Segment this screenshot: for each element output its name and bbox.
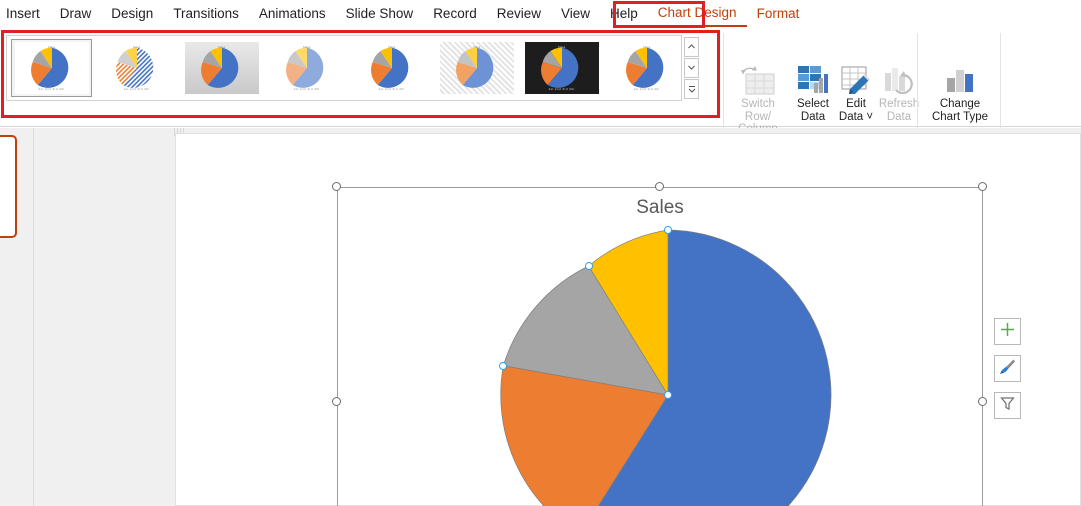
thumb-legend: 1st 2nd 3rd 4th [548, 87, 575, 91]
slide-canvas-pane[interactable]: Sales [35, 128, 1081, 506]
slide-thumbnail-selected[interactable] [0, 135, 17, 238]
tab-format[interactable]: Format [747, 0, 810, 27]
thumb-caption: Sales [472, 45, 481, 49]
group-separator [917, 33, 918, 129]
tab-animations[interactable]: Animations [249, 0, 336, 27]
chart-style-thumbnail-7[interactable]: Sales 1st 2nd 3rd 4th [521, 39, 602, 97]
chart-styles-button[interactable] [994, 355, 1021, 382]
data-point-handle-top[interactable] [664, 226, 672, 234]
tab-draw[interactable]: Draw [50, 0, 102, 27]
thumb-caption: Sales [557, 45, 566, 49]
change-chart-type-label: Change Chart Type [931, 98, 989, 123]
resize-handle-top-right[interactable] [978, 182, 987, 191]
tab-help[interactable]: Help [600, 0, 648, 27]
gallery-scroll-down-button[interactable] [684, 57, 699, 78]
thumb-legend: 1st 2nd 3rd 4th [378, 87, 405, 91]
slide-thumbnail-pane[interactable] [0, 128, 34, 506]
data-point-handle-yellow[interactable] [584, 262, 593, 270]
chart-title[interactable]: Sales [337, 197, 983, 219]
chart-style-thumbnail-1[interactable]: Sales 1st 2nd 3rd 4th [11, 39, 92, 97]
chart-floating-buttons [994, 318, 1022, 429]
thumb-caption: Sales [387, 45, 396, 49]
chart-object[interactable]: Sales [332, 182, 987, 506]
resize-handle-top-left[interactable] [332, 182, 341, 191]
pie-preview-icon [625, 47, 663, 88]
slide-canvas[interactable]: Sales [175, 133, 1081, 506]
resize-handle-middle-left[interactable] [332, 397, 341, 406]
thumb-caption: Sales [217, 45, 226, 49]
change-chart-type-button[interactable]: Change Chart Type [924, 57, 996, 123]
chart-style-thumbnail-2[interactable]: Sales 1st 2nd 3rd 4th [96, 39, 177, 97]
tab-view[interactable]: View [551, 0, 600, 27]
thumb-legend: 1st 2nd 3rd 4th [123, 87, 150, 91]
gallery-more-button[interactable] [684, 78, 699, 99]
pie-chart-svg [500, 229, 832, 506]
tab-transitions[interactable]: Transitions [163, 0, 249, 27]
refresh-data-icon [881, 57, 917, 95]
resize-handle-middle-right[interactable] [978, 397, 987, 406]
pie-preview-icon [455, 47, 493, 88]
switch-row-column-icon [740, 57, 776, 95]
tab-slide-show[interactable]: Slide Show [336, 0, 424, 27]
chart-style-thumbnail-8[interactable]: Sales 1st 2nd 3rd 4th [606, 39, 681, 97]
pie-preview-icon [285, 47, 323, 88]
tab-design[interactable]: Design [101, 0, 163, 27]
ribbon-tab-bar: Insert Draw Design Transitions Animation… [0, 0, 1081, 27]
gallery-scroll-buttons [684, 35, 699, 101]
pie-preview-icon [540, 47, 578, 88]
resize-handle-top-center[interactable] [655, 182, 664, 191]
thumb-caption: Sales [47, 45, 56, 49]
pie-chart-plot-area[interactable] [498, 225, 838, 506]
workspace: Sales [0, 128, 1081, 506]
thumb-legend: 1st 2nd 3rd 4th [293, 87, 320, 91]
tab-insert[interactable]: Insert [0, 0, 50, 27]
refresh-data-label: Refresh Data [878, 98, 920, 123]
chart-styles-gallery[interactable]: Sales 1st 2nd 3rd 4th Sales 1st 2nd 3rd … [6, 35, 682, 101]
powerpoint-window: Insert Draw Design Transitions Animation… [0, 0, 1081, 506]
thumb-legend: 1st 2nd 3rd 4th [38, 87, 65, 91]
tab-review[interactable]: Review [487, 0, 551, 27]
chart-elements-button[interactable] [994, 318, 1021, 345]
change-chart-type-icon [941, 57, 979, 95]
pie-preview-icon [200, 47, 238, 88]
chart-style-thumbnail-5[interactable]: Sales 1st 2nd 3rd 4th [351, 39, 432, 97]
pie-preview-icon [115, 47, 153, 88]
funnel-icon [1000, 396, 1015, 416]
data-point-handle-center[interactable] [664, 391, 672, 399]
thumb-legend: 1st 2nd 3rd 4th [633, 87, 660, 91]
tab-chart-design[interactable]: Chart Design [647, 0, 747, 27]
group-separator [1000, 33, 1001, 129]
tab-record[interactable]: Record [423, 0, 487, 27]
thumb-caption: Sales [642, 45, 651, 49]
chart-filters-button[interactable] [994, 392, 1021, 419]
thumb-caption: Sales [302, 45, 311, 49]
gallery-scroll-up-button[interactable] [684, 36, 699, 57]
group-separator [723, 33, 724, 129]
pie-preview-icon [30, 47, 68, 88]
chart-style-thumbnail-6[interactable]: Sales [436, 39, 517, 97]
ribbon: Sales 1st 2nd 3rd 4th Sales 1st 2nd 3rd … [0, 27, 1081, 146]
chart-style-thumbnail-4[interactable]: Sales 1st 2nd 3rd 4th [266, 39, 347, 97]
pie-preview-icon [370, 47, 408, 88]
switch-row-column-button[interactable]: Switch Row/ Column [727, 57, 789, 136]
plus-icon [1000, 322, 1015, 342]
paintbrush-icon [999, 358, 1016, 380]
chart-style-thumbnail-3[interactable]: Sales [181, 39, 262, 97]
data-point-handle-grey[interactable] [499, 361, 508, 370]
thumb-caption: Sales [132, 45, 141, 49]
refresh-data-button[interactable]: Refresh Data [868, 57, 930, 123]
